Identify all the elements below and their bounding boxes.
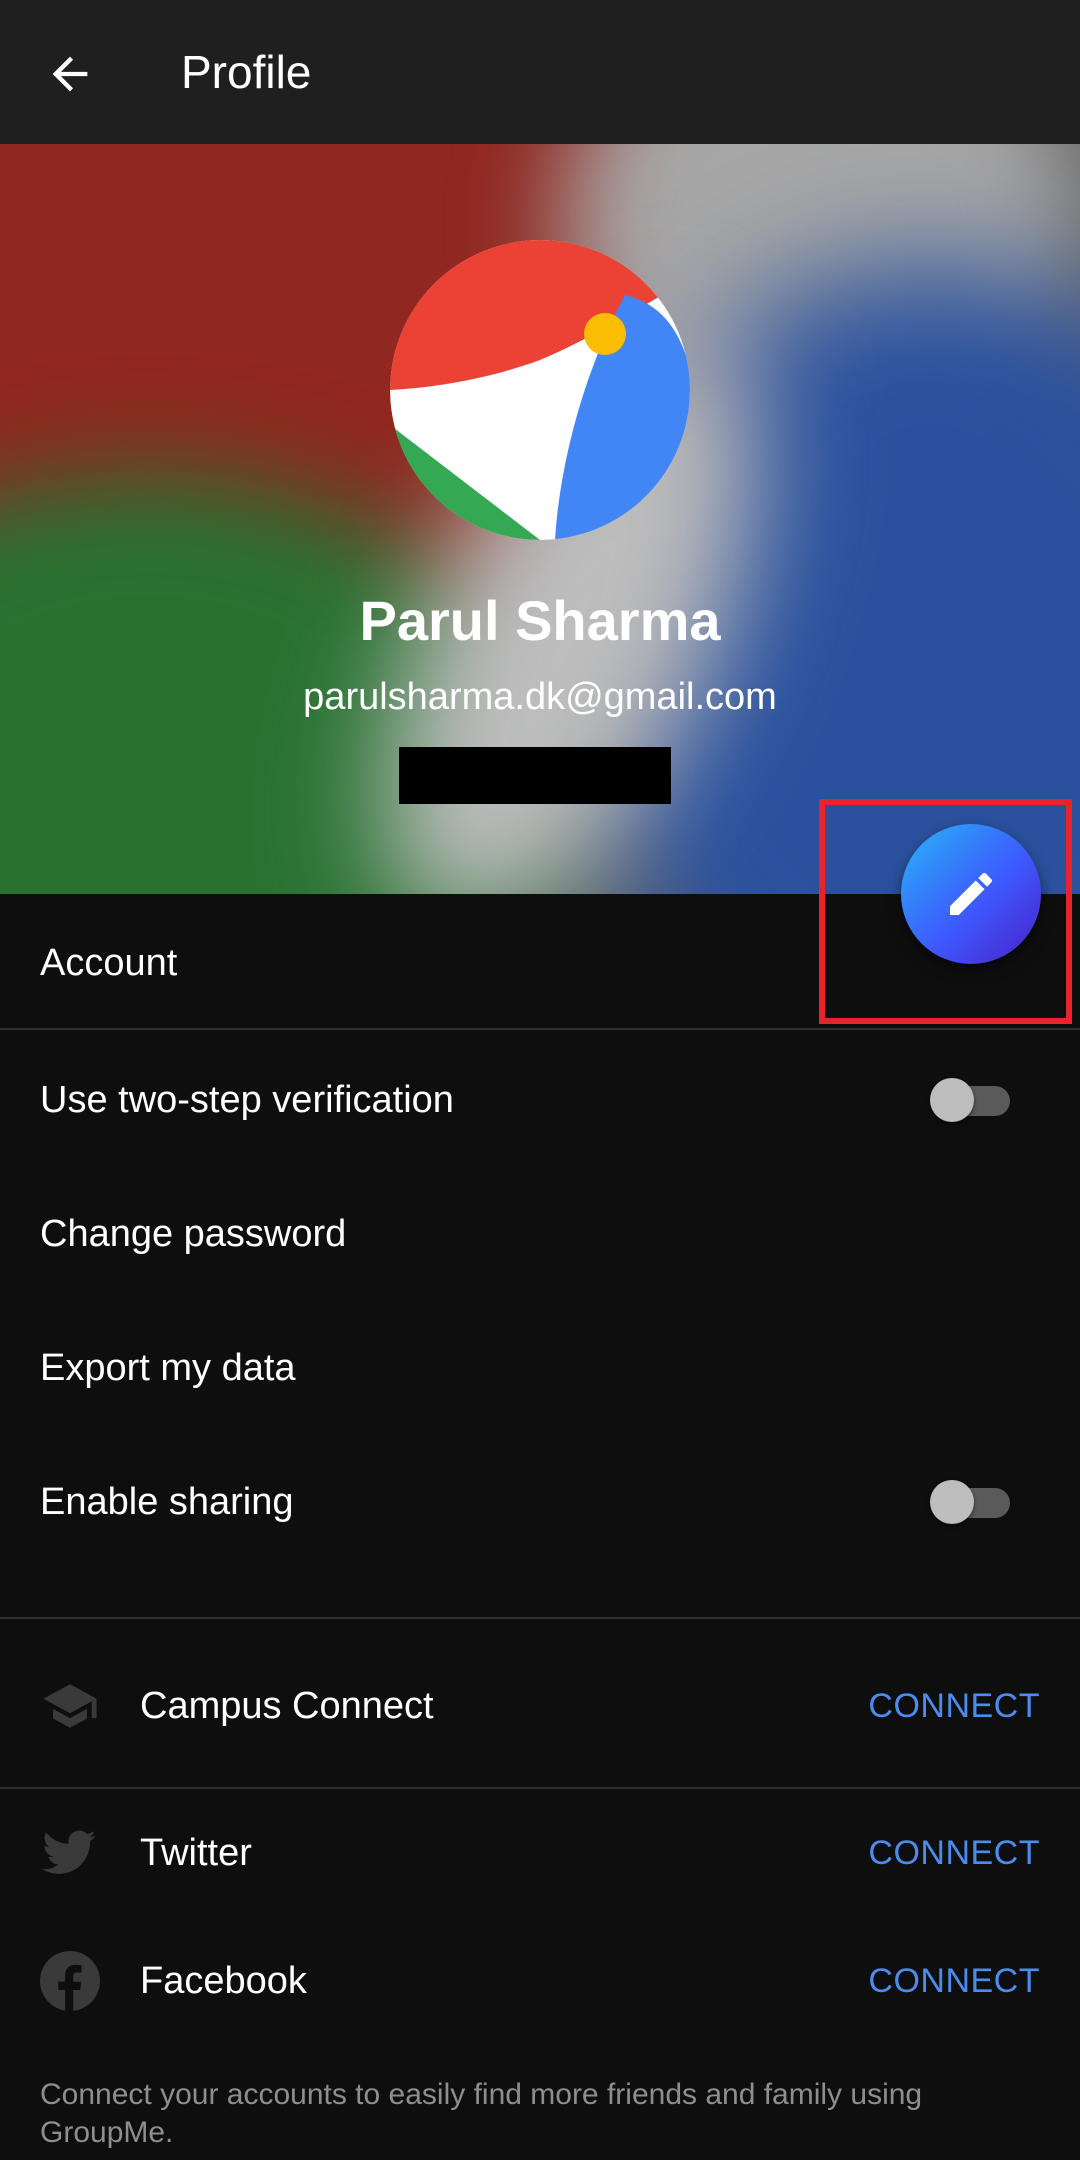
toggle-thumb <box>930 1078 974 1122</box>
profile-avatar[interactable] <box>390 240 690 540</box>
profile-name: Parul Sharma <box>359 589 721 652</box>
two-step-verification-row[interactable]: Use two-step verification <box>0 1040 1080 1160</box>
change-password-row[interactable]: Change password <box>0 1174 1080 1294</box>
row-label: Export my data <box>40 1347 296 1389</box>
profile-header-banner: Parul Sharma parulsharma.dk@gmail.com <box>0 144 1080 894</box>
row-label: Change password <box>40 1213 347 1255</box>
redacted-field <box>399 747 671 804</box>
graduation-cap-icon <box>40 1676 100 1736</box>
profile-email: parulsharma.dk@gmail.com <box>303 676 777 718</box>
facebook-icon <box>40 1951 100 2011</box>
app-bar: Profile <box>0 0 1080 144</box>
profile-screen: Profile Parul Sharma parulsharma.dk@gmai… <box>0 0 1080 2160</box>
pencil-icon <box>950 872 993 915</box>
connections-footer-note: Connect your accounts to easily find mor… <box>40 2078 923 2149</box>
account-section-title: Account <box>40 942 178 984</box>
export-my-data-row[interactable]: Export my data <box>0 1308 1080 1428</box>
campus-connect-connect-button[interactable]: CONNECT <box>868 1684 1040 1728</box>
avatar-image <box>390 240 690 540</box>
divider <box>0 1028 1080 1030</box>
facebook-label: Facebook <box>140 1960 307 2002</box>
divider <box>0 1617 1080 1619</box>
campus-connect-row: Campus Connect CONNECT <box>0 1641 1080 1771</box>
back-button[interactable] <box>28 32 112 116</box>
arrow-left-icon <box>52 56 88 92</box>
campus-connect-label: Campus Connect <box>140 1685 434 1727</box>
enable-sharing-row[interactable]: Enable sharing <box>0 1442 1080 1562</box>
page-title: Profile <box>181 46 312 98</box>
toggle-thumb <box>930 1480 974 1524</box>
edit-profile-button[interactable] <box>901 824 1041 964</box>
enable-sharing-toggle[interactable] <box>930 1480 1012 1524</box>
row-label: Use two-step verification <box>40 1079 454 1121</box>
twitter-connect-button[interactable]: CONNECT <box>868 1831 1040 1875</box>
twitter-row: Twitter CONNECT <box>0 1788 1080 1918</box>
facebook-connect-button[interactable]: CONNECT <box>868 1959 1040 2003</box>
two-step-verification-toggle[interactable] <box>930 1078 1012 1122</box>
facebook-row: Facebook CONNECT <box>0 1916 1080 2046</box>
row-label: Enable sharing <box>40 1481 294 1523</box>
twitter-icon <box>40 1823 100 1883</box>
twitter-label: Twitter <box>140 1832 252 1874</box>
